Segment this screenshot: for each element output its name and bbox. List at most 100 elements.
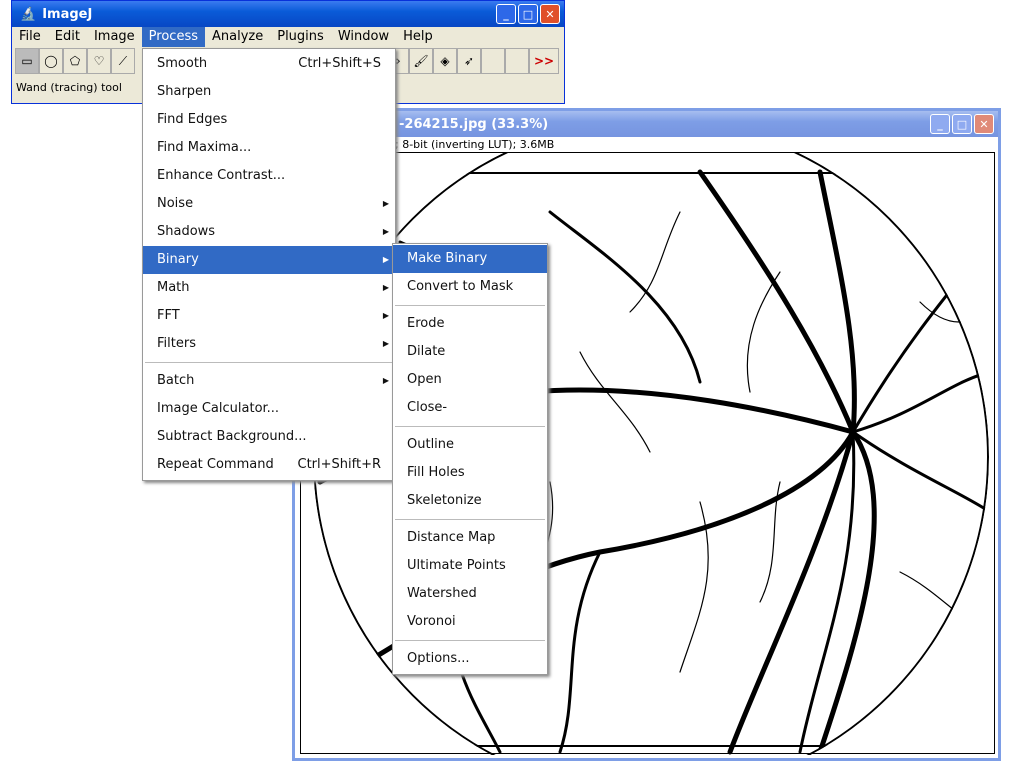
menu-item-label: Filters	[157, 336, 196, 351]
arrow-tool-icon[interactable]: ➶	[457, 48, 481, 74]
menu-item-open[interactable]: Open	[393, 366, 547, 394]
menu-item-label: Noise	[157, 196, 194, 211]
menu-item-close[interactable]: Close-	[393, 394, 547, 422]
menu-item-noise[interactable]: Noise ▶	[143, 190, 395, 218]
menu-item-dilate[interactable]: Dilate	[393, 338, 547, 366]
menu-item-binary[interactable]: Binary ▶	[143, 246, 395, 274]
menu-edit[interactable]: Edit	[48, 27, 87, 47]
menu-item-ultimate-points[interactable]: Ultimate Points	[393, 552, 547, 580]
submenu-arrow-icon: ▶	[382, 255, 389, 264]
brush-tool-icon[interactable]: 🖌	[409, 48, 433, 74]
menu-help[interactable]: Help	[396, 27, 440, 47]
menu-item-label: Math	[157, 280, 190, 295]
menu-process[interactable]: Process	[141, 27, 205, 47]
shortcut-label: Ctrl+Shift+R	[297, 457, 382, 472]
menu-item-label: Fill Holes	[407, 465, 465, 480]
menu-item-label: Sharpen	[157, 84, 212, 99]
menu-item-sharpen[interactable]: Sharpen	[143, 78, 395, 106]
menu-item-label: Binary	[157, 252, 199, 267]
oval-tool-icon[interactable]: ◯	[39, 48, 63, 74]
menu-item-label: Close-	[407, 400, 448, 415]
menu-item-label: Repeat Command	[157, 457, 274, 472]
menu-item-label: Open	[407, 372, 442, 387]
empty-tool-slot[interactable]	[481, 48, 505, 74]
menu-item-label: Shadows	[157, 224, 216, 239]
menu-item-label: Voronoi	[407, 614, 456, 629]
rectangle-tool-icon[interactable]: ▭	[15, 48, 39, 74]
menu-item-label: Find Maxima...	[157, 140, 252, 155]
menu-item-find-maxima[interactable]: Find Maxima...	[143, 134, 395, 162]
menu-item-enhance-contrast[interactable]: Enhance Contrast...	[143, 162, 395, 190]
menu-item-label: Skeletonize	[407, 493, 482, 508]
menu-item-label: Subtract Background...	[157, 429, 307, 444]
menu-item-image-calculator[interactable]: Image Calculator...	[143, 395, 395, 423]
menu-item-label: Distance Map	[407, 530, 496, 545]
menu-file[interactable]: File	[12, 27, 48, 47]
menu-item-watershed[interactable]: Watershed	[393, 580, 547, 608]
shortcut-label: Ctrl+Shift+S	[298, 56, 381, 71]
image-info: ; 8-bit (inverting LUT); 3.6MB	[395, 138, 555, 151]
menu-item-make-binary[interactable]: Make Binary	[393, 245, 547, 273]
menu-item-label: Convert to Mask	[407, 279, 514, 294]
close-button[interactable]: ✕	[540, 4, 560, 24]
menu-item-erode[interactable]: Erode	[393, 310, 547, 338]
maximize-button[interactable]: □	[952, 114, 972, 134]
more-tools-button[interactable]: >>	[529, 48, 559, 74]
menu-item-subtract-background[interactable]: Subtract Background...	[143, 423, 395, 451]
imagej-logo-icon: 🔬	[20, 6, 37, 22]
main-title: ImageJ	[42, 6, 93, 22]
submenu-arrow-icon: ▶	[382, 339, 389, 348]
submenu-arrow-icon: ▶	[382, 199, 389, 208]
menu-item-outline[interactable]: Outline	[393, 431, 547, 459]
minimize-button[interactable]: _	[496, 4, 516, 24]
menu-separator	[395, 426, 545, 427]
menu-item-label: Ultimate Points	[407, 558, 506, 573]
menu-item-label: Make Binary	[407, 251, 488, 266]
menubar: File Edit Image Process Analyze Plugins …	[12, 27, 564, 47]
menu-item-convert-to-mask[interactable]: Convert to Mask	[393, 273, 547, 301]
menu-item-fill-holes[interactable]: Fill Holes	[393, 459, 547, 487]
close-button[interactable]: ✕	[974, 114, 994, 134]
menu-item-filters[interactable]: Filters ▶	[143, 330, 395, 358]
menu-item-math[interactable]: Math ▶	[143, 274, 395, 302]
menu-item-label: Watershed	[407, 586, 477, 601]
submenu-arrow-icon: ▶	[382, 227, 389, 236]
menu-item-skeletonize[interactable]: Skeletonize	[393, 487, 547, 515]
image-window-titlebar[interactable]: -264215.jpg (33.3%) _ □ ✕	[295, 111, 998, 137]
menu-item-repeat-command[interactable]: Repeat Command Ctrl+Shift+R	[143, 451, 395, 479]
menu-separator	[145, 362, 393, 363]
menu-item-label: Erode	[407, 316, 445, 331]
maximize-button[interactable]: □	[518, 4, 538, 24]
menu-item-label: Find Edges	[157, 112, 228, 127]
menu-item-label: Batch	[157, 373, 195, 388]
binary-submenu: Make Binary Convert to Mask Erode Dilate Ope…	[392, 243, 548, 675]
submenu-arrow-icon: ▶	[382, 376, 389, 385]
menu-analyze[interactable]: Analyze	[205, 27, 270, 47]
menu-image[interactable]: Image	[87, 27, 142, 47]
menu-item-label: Outline	[407, 437, 455, 452]
submenu-arrow-icon: ▶	[382, 311, 389, 320]
freehand-tool-icon[interactable]: ♡	[87, 48, 111, 74]
menu-item-fft[interactable]: FFT ▶	[143, 302, 395, 330]
menu-item-batch[interactable]: Batch ▶	[143, 367, 395, 395]
flood-fill-tool-icon[interactable]: ◈	[433, 48, 457, 74]
status-bar: Wand (tracing) tool	[16, 81, 122, 94]
menu-item-label: Dilate	[407, 344, 446, 359]
menu-item-shadows[interactable]: Shadows ▶	[143, 218, 395, 246]
menu-window[interactable]: Window	[331, 27, 396, 47]
menu-item-smooth[interactable]: Smooth Ctrl+Shift+S	[143, 50, 395, 78]
minimize-button[interactable]: _	[930, 114, 950, 134]
menu-item-label: Enhance Contrast...	[157, 168, 286, 183]
menu-separator	[395, 640, 545, 641]
polygon-tool-icon[interactable]: ⬠	[63, 48, 87, 74]
menu-item-options[interactable]: Options...	[393, 645, 547, 673]
menu-item-label: Options...	[407, 651, 470, 666]
menu-item-label: FFT	[157, 308, 180, 323]
menu-item-distance-map[interactable]: Distance Map	[393, 524, 547, 552]
line-tool-icon[interactable]: ⟋	[111, 48, 135, 74]
empty-tool-slot[interactable]	[505, 48, 529, 74]
menu-item-voronoi[interactable]: Voronoi	[393, 608, 547, 636]
main-titlebar[interactable]: 🔬 ImageJ _ □ ✕	[12, 1, 564, 27]
menu-item-find-edges[interactable]: Find Edges	[143, 106, 395, 134]
menu-plugins[interactable]: Plugins	[270, 27, 331, 47]
